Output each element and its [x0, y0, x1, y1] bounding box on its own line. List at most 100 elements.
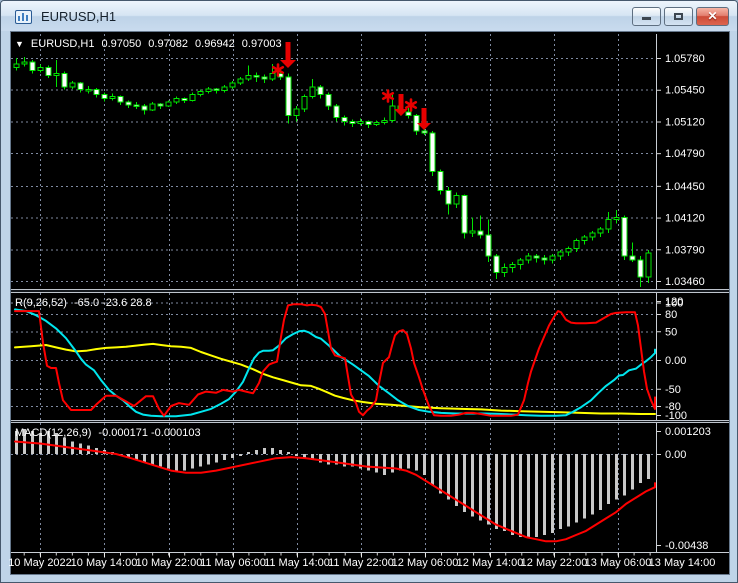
y-axis-label: 100 [665, 298, 683, 310]
candle-body [93, 89, 100, 96]
minimize-icon [642, 17, 651, 20]
y-axis-label: 80 [665, 309, 677, 321]
candle-body [109, 95, 116, 99]
y-axis-label: -100 [665, 410, 687, 420]
price-chart-panel[interactable]: ▼ EURUSD,H1 0.97050 0.97082 0.96942 0.97… [11, 34, 729, 289]
y-axis-label: 50 [665, 326, 677, 338]
candle-body [77, 82, 84, 91]
candle-body [453, 194, 460, 205]
candle-body [605, 218, 612, 230]
y-axis-label: 1.05450 [665, 85, 705, 97]
candle-body [45, 67, 52, 76]
candle-body [253, 74, 260, 78]
grid [11, 34, 656, 289]
candlesticks [13, 57, 652, 287]
y-axis-label: 1.03790 [665, 244, 705, 256]
candle-body [133, 104, 140, 108]
maximize-button[interactable] [664, 7, 693, 26]
candle-body [373, 121, 380, 125]
candle-body [309, 86, 316, 97]
candle-body [429, 132, 436, 172]
maximize-icon [674, 13, 683, 20]
candle-body [525, 255, 532, 261]
candle-body [21, 61, 28, 65]
candle-body [205, 88, 212, 93]
candle-body [629, 255, 636, 261]
candle-body [557, 251, 564, 257]
candle-body [69, 82, 76, 88]
candle-body [165, 101, 172, 107]
time-axis[interactable]: 10 May 2022 10 May 14:00 10 May 22:00 11 Ma… [8, 552, 729, 574]
candle-body [549, 255, 556, 261]
candle-body [61, 72, 68, 88]
candle-body [389, 105, 396, 121]
candle-body [565, 247, 572, 253]
candle-body [157, 103, 164, 107]
candle-body [637, 259, 644, 278]
sell-arrow-icon [280, 42, 296, 68]
candle-body [541, 257, 548, 261]
candle-body [645, 252, 652, 278]
y-axis-label: -50 [665, 384, 681, 396]
candle-body [621, 217, 628, 257]
candle-body [461, 194, 468, 234]
candle-body [101, 94, 108, 99]
candle-body [365, 120, 372, 125]
candle-body [613, 217, 620, 220]
candle-body [501, 267, 508, 273]
candle-body [341, 117, 348, 122]
candle-body [13, 63, 20, 69]
candle-body [357, 120, 364, 124]
asterisk-icon [381, 89, 395, 103]
candle-body [325, 94, 332, 107]
window-title: EURUSD,H1 [41, 8, 117, 24]
candle-body [293, 108, 300, 117]
y-axis-label: 1.03460 [665, 276, 705, 288]
chart-client-area: ▼ EURUSD,H1 0.97050 0.97082 0.96942 0.97… [8, 31, 730, 575]
close-button[interactable]: ✕ [696, 7, 729, 26]
candle-body [181, 97, 188, 101]
price-chart-canvas: 1.05780 1.05450 1.05120 1.04790 1.04450 1.041… [11, 34, 705, 289]
candle-body [381, 119, 388, 123]
candle-body [149, 103, 156, 111]
close-icon: ✕ [707, 9, 718, 23]
candle-body [517, 259, 524, 266]
minimize-button[interactable] [632, 7, 661, 26]
candle-body [405, 111, 412, 117]
candle-body [333, 105, 340, 119]
candle-body [597, 228, 604, 234]
y-axis-label: 0.00 [665, 449, 686, 461]
macd-canvas: 0.001203 0.00 -0.00438 [11, 423, 711, 552]
candle-body [37, 67, 44, 71]
oscillator-panel[interactable]: R(9,26,52) -65.0 -23.6 28.8 120 100 80 50 0.… [11, 293, 729, 420]
candle-body [477, 230, 484, 236]
candle-body [117, 95, 124, 103]
candle-body [221, 86, 228, 92]
time-axis-label: 13 May 14:00 [648, 557, 716, 569]
candle-body [245, 74, 252, 80]
candle-body [237, 78, 244, 84]
title-bar[interactable]: EURUSD,H1 ✕ [1, 1, 737, 31]
y-axis-label: 1.05780 [665, 53, 705, 65]
oscillator-canvas: 12010080500.00-50-80-100 [11, 293, 687, 420]
y-axis-label: 1.04450 [665, 181, 705, 193]
candle-body [53, 72, 60, 76]
candle-body [437, 170, 444, 192]
candle-body [197, 91, 204, 96]
candle-body [213, 88, 220, 92]
macd-panel[interactable]: MACD(12,26,9) -0.000171 -0.000103 0.0012… [11, 423, 729, 552]
chart-window-icon [15, 9, 32, 24]
candle-body [421, 130, 428, 134]
y-axis-label: 1.04120 [665, 213, 705, 225]
candle-body [573, 240, 580, 249]
y-axis-label: 0.001203 [665, 426, 711, 438]
candle-body [581, 236, 588, 242]
candle-body [85, 89, 92, 92]
candle-body [509, 264, 516, 269]
candle-body [533, 255, 540, 259]
candle-body [445, 190, 452, 205]
asterisk-icon [404, 98, 418, 112]
candle-body [493, 255, 500, 273]
candle-body [229, 82, 236, 88]
chart-window: EURUSD,H1 ✕ ▼ EURUSD,H1 0.97050 0.97082 … [0, 0, 738, 583]
